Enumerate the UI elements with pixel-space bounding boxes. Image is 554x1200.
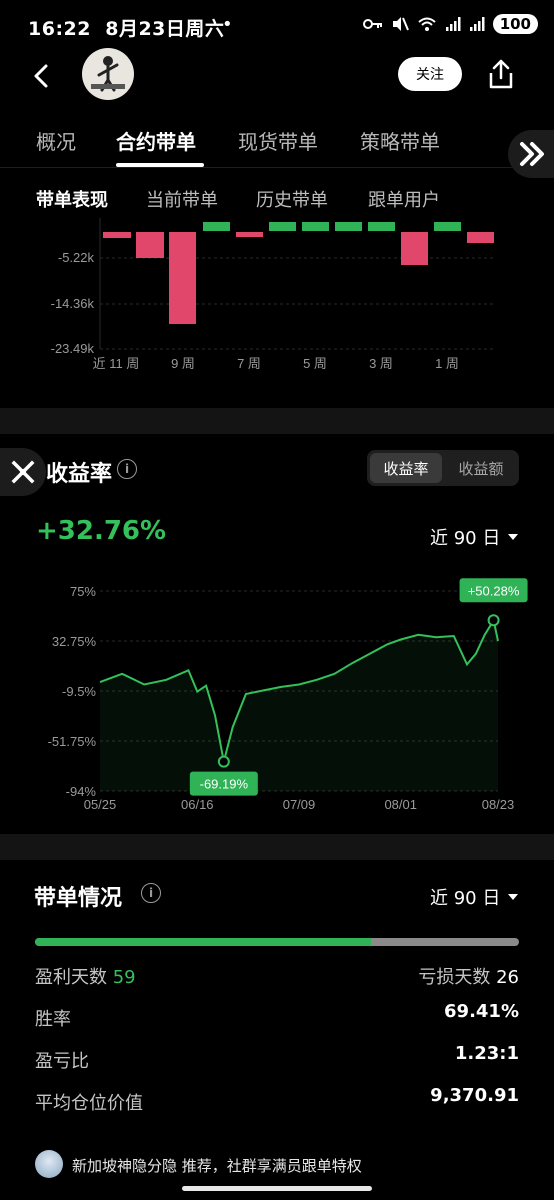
annotation-label: -69.19% (200, 777, 249, 792)
subtab-followers[interactable]: 跟单用户 (368, 186, 440, 212)
week-bar (236, 232, 263, 237)
return-toggle: 收益率 收益额 (367, 450, 519, 486)
x-tick-label: 5 周 (303, 356, 327, 371)
loss-days-value: 26 (496, 967, 519, 988)
subtab-history[interactable]: 历史带单 (256, 186, 328, 212)
status-time: 16:22 8月23日周六 (28, 18, 225, 40)
win-rate-value: 69.41% (444, 1001, 519, 1022)
return-line-chart: 75%32.75%-9.5%-51.75%-94%05/25 06/16 07/09… (48, 578, 528, 812)
caret-down-icon (508, 894, 519, 900)
back-arrow-icon[interactable] (28, 62, 56, 90)
x-tick-label: 07/09 (283, 797, 316, 812)
stats-range-select[interactable]: 近 90 日 (430, 884, 519, 910)
main-tabs: 概况 合约带单 现货带单 策略带单 (0, 118, 554, 168)
y-tick-label: -5.22k (58, 250, 95, 265)
caret-down-icon (508, 534, 519, 540)
week-bar (269, 222, 296, 231)
info-icon[interactable]: i (117, 459, 137, 479)
subtab-performance[interactable]: 带单表现 (36, 186, 108, 212)
status-dot: • (222, 14, 233, 35)
referral-text[interactable]: 新加坡神隐分隐 推荐，社群享满员跟单特权 (72, 1155, 362, 1176)
y-tick-label: -23.49k (51, 341, 95, 356)
week-bar (203, 222, 230, 231)
extreme-point-marker (487, 614, 500, 627)
week-bar (335, 222, 362, 231)
section-divider (0, 834, 554, 860)
wifi-icon (418, 17, 436, 31)
tab-contract-copy[interactable]: 合约带单 (116, 126, 196, 155)
pnl-ratio-value: 1.23:1 (454, 1043, 519, 1064)
pnl-ratio-label: 盈亏比 (35, 1051, 89, 1072)
profit-fill (35, 938, 371, 946)
cross-arrows-icon (11, 460, 35, 484)
mute-icon (392, 17, 409, 31)
battery-indicator: 100 (492, 14, 538, 34)
y-tick-label: -14.36k (51, 296, 95, 311)
tab-overview[interactable]: 概况 (36, 126, 76, 155)
avatar[interactable] (82, 48, 134, 100)
x-tick-label: 05/25 (84, 797, 117, 812)
key-icon (362, 19, 382, 29)
x-tick-label: 近 11 周 (93, 356, 140, 371)
range-select[interactable]: 近 90 日 (430, 524, 519, 550)
week-bar (467, 232, 494, 243)
week-bar (103, 232, 131, 238)
y-tick-label: -51.75% (48, 734, 97, 749)
tab-spot-copy[interactable]: 现货带单 (238, 126, 318, 155)
referrer-avatar (35, 1150, 63, 1178)
profit-days-value: 59 (112, 967, 136, 988)
section-divider (0, 408, 554, 434)
switch-arrows-icon (520, 142, 544, 166)
float-switch-button[interactable] (508, 130, 554, 178)
weekly-pnl-chart: -5.22k -14.36k -23.49k 近 11 周 9 周 7 周 5 … (51, 218, 494, 371)
loss-days: 亏损天数 26 (418, 967, 519, 988)
toggle-return-rate[interactable]: 收益率 (370, 453, 442, 483)
x-tick-label: 08/01 (384, 797, 417, 812)
range-label: 近 90 日 (430, 528, 501, 549)
range-label: 近 90 日 (430, 888, 501, 909)
status-icons: 100 (362, 14, 538, 34)
week-bar (434, 222, 461, 231)
share-icon[interactable] (486, 58, 516, 90)
active-tab-underline (116, 163, 204, 167)
profit-loss-bar (35, 938, 519, 946)
signal-icon (445, 17, 461, 31)
annotation-label: +50.28% (468, 583, 520, 598)
x-tick-label: 9 周 (171, 356, 195, 371)
avg-position-label: 平均仓位价值 (35, 1093, 143, 1114)
return-title: 收益率 (46, 462, 113, 487)
subtab-current[interactable]: 当前带单 (146, 186, 218, 212)
x-tick-label: 7 周 (237, 356, 261, 371)
y-tick-label: -9.5% (62, 684, 96, 699)
week-bar (136, 232, 164, 258)
area-fill (100, 620, 498, 791)
x-tick-label: 3 周 (369, 356, 393, 371)
tab-strategy-copy[interactable]: 策略带单 (360, 126, 440, 155)
follow-button[interactable]: 关注 (398, 57, 462, 91)
float-expand-button[interactable] (0, 448, 46, 496)
y-tick-label: 32.75% (52, 634, 97, 649)
win-rate-label: 胜率 (35, 1009, 71, 1030)
week-bar (302, 222, 329, 231)
avg-position-value: 9,370.91 (430, 1085, 519, 1106)
extreme-point-marker (217, 755, 230, 768)
home-indicator (182, 1186, 372, 1191)
week-bar (368, 222, 395, 231)
sub-tabs: 带单表现 当前带单 历史带单 跟单用户 (0, 182, 554, 218)
y-tick-label: 75% (70, 584, 96, 599)
x-tick-label: 08/23 (482, 797, 515, 812)
week-bar (401, 232, 428, 265)
x-tick-label: 1 周 (435, 356, 459, 371)
stats-title: 带单情况 (34, 886, 123, 911)
return-value: +32.76% (36, 516, 167, 546)
profit-days: 盈利天数 59 (35, 967, 136, 988)
toggle-return-amount[interactable]: 收益额 (446, 453, 516, 483)
week-bar (169, 232, 196, 324)
status-bar: 16:22 8月23日周六 • 100 (0, 0, 554, 52)
avatar-figure-icon (91, 56, 125, 92)
info-icon[interactable]: i (141, 883, 161, 903)
signal-icon-2 (469, 17, 485, 31)
x-tick-label: 06/16 (181, 797, 214, 812)
